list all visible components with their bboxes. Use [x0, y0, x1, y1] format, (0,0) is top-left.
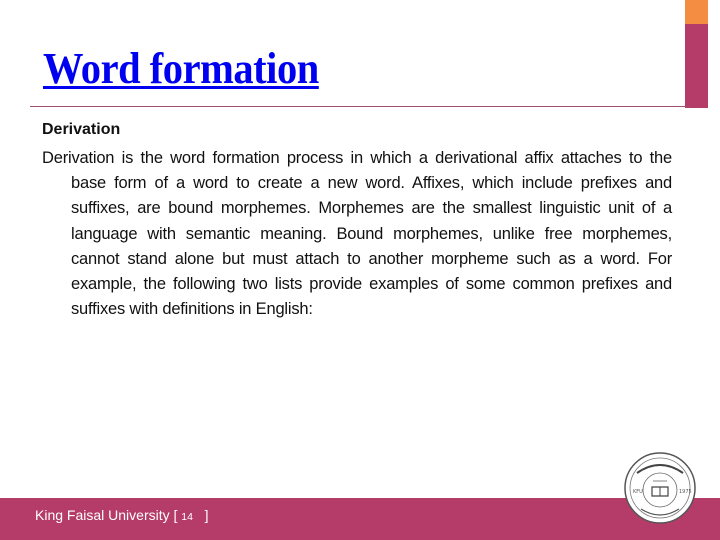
footer-bar: King Faisal University [ 14 ]: [0, 498, 720, 540]
accent-bar-magenta: [685, 24, 708, 108]
slide-title: Word formation: [43, 44, 319, 93]
title-divider: [30, 106, 690, 107]
bracket-open: [: [169, 507, 182, 523]
page-number: 14: [181, 511, 193, 523]
svg-text:KFU: KFU: [633, 489, 643, 495]
university-seal-icon: KFU 1975: [624, 452, 696, 524]
institution-name: King Faisal University: [35, 507, 170, 523]
bracket-close: ]: [192, 507, 209, 523]
section-heading: Derivation: [42, 121, 121, 138]
svg-text:1975: 1975: [679, 489, 692, 495]
body-paragraph: Derivation is the word formation process…: [42, 149, 672, 319]
footer-label: King Faisal University [ 14 ]: [35, 507, 209, 523]
accent-bar-orange: [685, 0, 708, 24]
